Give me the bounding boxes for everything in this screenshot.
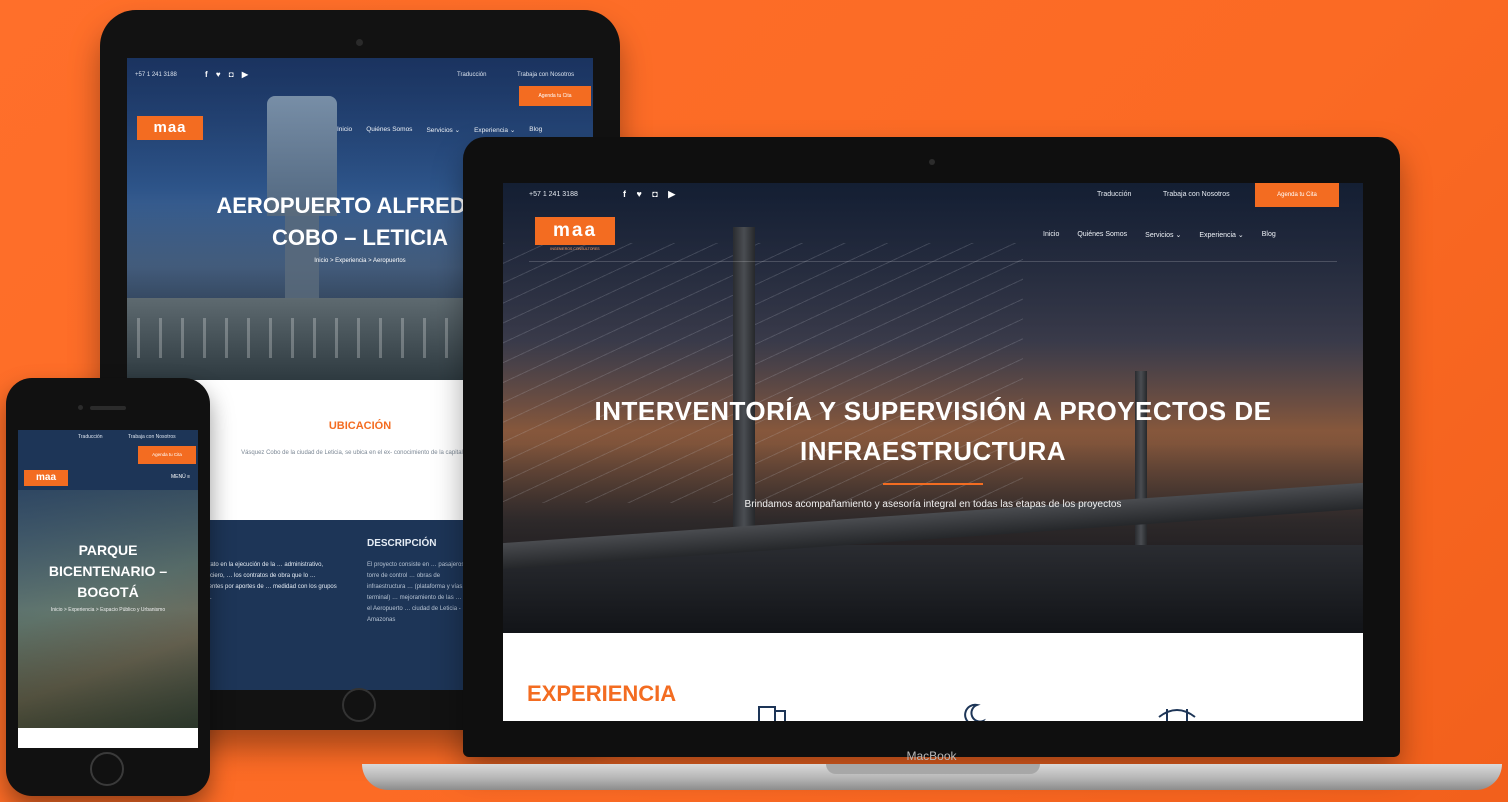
laptop-title-line1: INTERVENTORÍA Y SUPERVISIÓN A PROYECTOS … xyxy=(594,396,1272,426)
phone-work-link[interactable]: Trabaja con Nosotros xyxy=(128,434,176,440)
device-mockup-scene: +57 1 241 3188 f ♥ ◘ ▶ Traducción Trabaj… xyxy=(0,0,1508,802)
laptop-nav-blog[interactable]: Blog xyxy=(1262,231,1276,239)
description-heading: DESCRIPCIÓN xyxy=(367,538,437,549)
laptop-hero: +57 1 241 3188 f ♥ ◘ ▶ Traducción Trabaj… xyxy=(503,183,1363,633)
phone-device: Traducción Trabaja con Nosotros Agenda t… xyxy=(6,378,210,796)
tablet-social-icons[interactable]: f ♥ ◘ ▶ xyxy=(205,70,251,79)
laptop-translate-link[interactable]: Traducción xyxy=(1097,191,1131,198)
laptop-hero-subtitle: Brindamos acompañamiento y asesoría inte… xyxy=(744,499,1122,510)
description-right-text: El proyecto consiste en … pasajeros, tor… xyxy=(367,562,476,623)
laptop-camera xyxy=(929,159,935,165)
tablet-nav-blog[interactable]: Blog xyxy=(529,126,542,134)
phone-translate-link[interactable]: Traducción xyxy=(78,434,103,440)
laptop-topbar: +57 1 241 3188 f ♥ ◘ ▶ Traducción Trabaj… xyxy=(503,183,1363,213)
laptop-nav-quienes[interactable]: Quiénes Somos xyxy=(1077,231,1127,239)
experiencia-heading: EXPERIENCIA xyxy=(527,681,677,706)
phone-screen: Traducción Trabaja con Nosotros Agenda t… xyxy=(18,430,198,748)
tablet-work-link[interactable]: Trabaja con Nosotros xyxy=(517,72,574,78)
phone-home-button xyxy=(90,752,124,786)
experiencia-section: EXPERIENCIA xyxy=(503,633,1363,721)
tablet-nav-servicios[interactable]: Servicios ⌄ xyxy=(426,126,460,134)
phone-camera xyxy=(78,405,83,410)
tablet-camera xyxy=(356,39,363,46)
description-left-text: contrato en la ejecución de la … adminis… xyxy=(197,562,337,601)
tablet-phone-number[interactable]: +57 1 241 3188 xyxy=(135,72,177,78)
phone-breadcrumb[interactable]: Inicio > Experiencia > Espacio Público y… xyxy=(28,606,188,614)
laptop-hinge-notch xyxy=(826,764,1040,774)
laptop-title-line2: INFRAESTRUCTURA xyxy=(799,436,1067,466)
tablet-topbar: +57 1 241 3188 f ♥ ◘ ▶ Traducción Trabaj… xyxy=(127,58,593,86)
phone-title-line3: BOGOTÁ xyxy=(77,584,139,600)
phone-cta-button[interactable]: Agenda tu Cita xyxy=(138,446,196,464)
tablet-nav-quienes[interactable]: Quiénes Somos xyxy=(366,126,412,134)
laptop-social-icons[interactable]: f ♥ ◘ ▶ xyxy=(623,189,679,200)
bridge-icon[interactable] xyxy=(1157,703,1197,721)
laptop-nav: Inicio Quiénes Somos Servicios ⌄ Experie… xyxy=(1043,231,1276,239)
laptop-screen: +57 1 241 3188 f ♥ ◘ ▶ Traducción Trabaj… xyxy=(503,183,1363,721)
tablet-cta-button[interactable]: Agenda tu Cita xyxy=(519,86,591,106)
phone-logo[interactable]: maa xyxy=(24,470,68,486)
laptop-nav-experiencia[interactable]: Experiencia ⌄ xyxy=(1199,231,1243,239)
tablet-translate-link[interactable]: Traducción xyxy=(457,72,486,78)
tablet-nav-inicio[interactable]: Inicio xyxy=(337,126,352,134)
laptop-nav-inicio[interactable]: Inicio xyxy=(1043,231,1059,239)
phone-title-line2: BICENTENARIO – xyxy=(48,563,168,579)
laptop-device: +57 1 241 3188 f ♥ ◘ ▶ Traducción Trabaj… xyxy=(463,137,1400,763)
tablet-nav-experiencia[interactable]: Experiencia ⌄ xyxy=(474,126,515,134)
phone-title-line1: PARQUE xyxy=(78,542,138,558)
laptop-work-link[interactable]: Trabaja con Nosotros xyxy=(1163,191,1230,198)
tablet-home-button xyxy=(342,688,376,722)
nav-divider xyxy=(529,261,1337,262)
phone-page-title: PARQUE BICENTENARIO – BOGOTÁ xyxy=(18,540,198,603)
building-icon[interactable] xyxy=(753,703,793,721)
laptop-nav-servicios[interactable]: Servicios ⌄ xyxy=(1145,231,1181,239)
phone-menu-button[interactable]: MENÚ ≡ xyxy=(171,474,190,480)
laptop-logo-tagline: INGENIEROS CONSULTORES xyxy=(550,247,600,251)
laptop-hero-title: INTERVENTORÍA Y SUPERVISIÓN A PROYECTOS … xyxy=(503,391,1363,471)
phone-header: Traducción Trabaja con Nosotros Agenda t… xyxy=(18,430,198,490)
phone-speaker xyxy=(90,406,126,410)
tablet-nav: Inicio Quiénes Somos Servicios ⌄ Experie… xyxy=(337,126,542,134)
laptop-logo[interactable]: maa xyxy=(535,217,615,245)
laptop-brand-label: MacBook xyxy=(906,749,957,763)
tablet-logo[interactable]: maa xyxy=(137,116,203,140)
moon-icon[interactable] xyxy=(953,703,993,721)
laptop-phone-number[interactable]: +57 1 241 3188 xyxy=(529,191,578,198)
laptop-cta-button[interactable]: Agenda tu Cita xyxy=(1255,183,1339,207)
hero-accent-divider xyxy=(883,483,983,485)
